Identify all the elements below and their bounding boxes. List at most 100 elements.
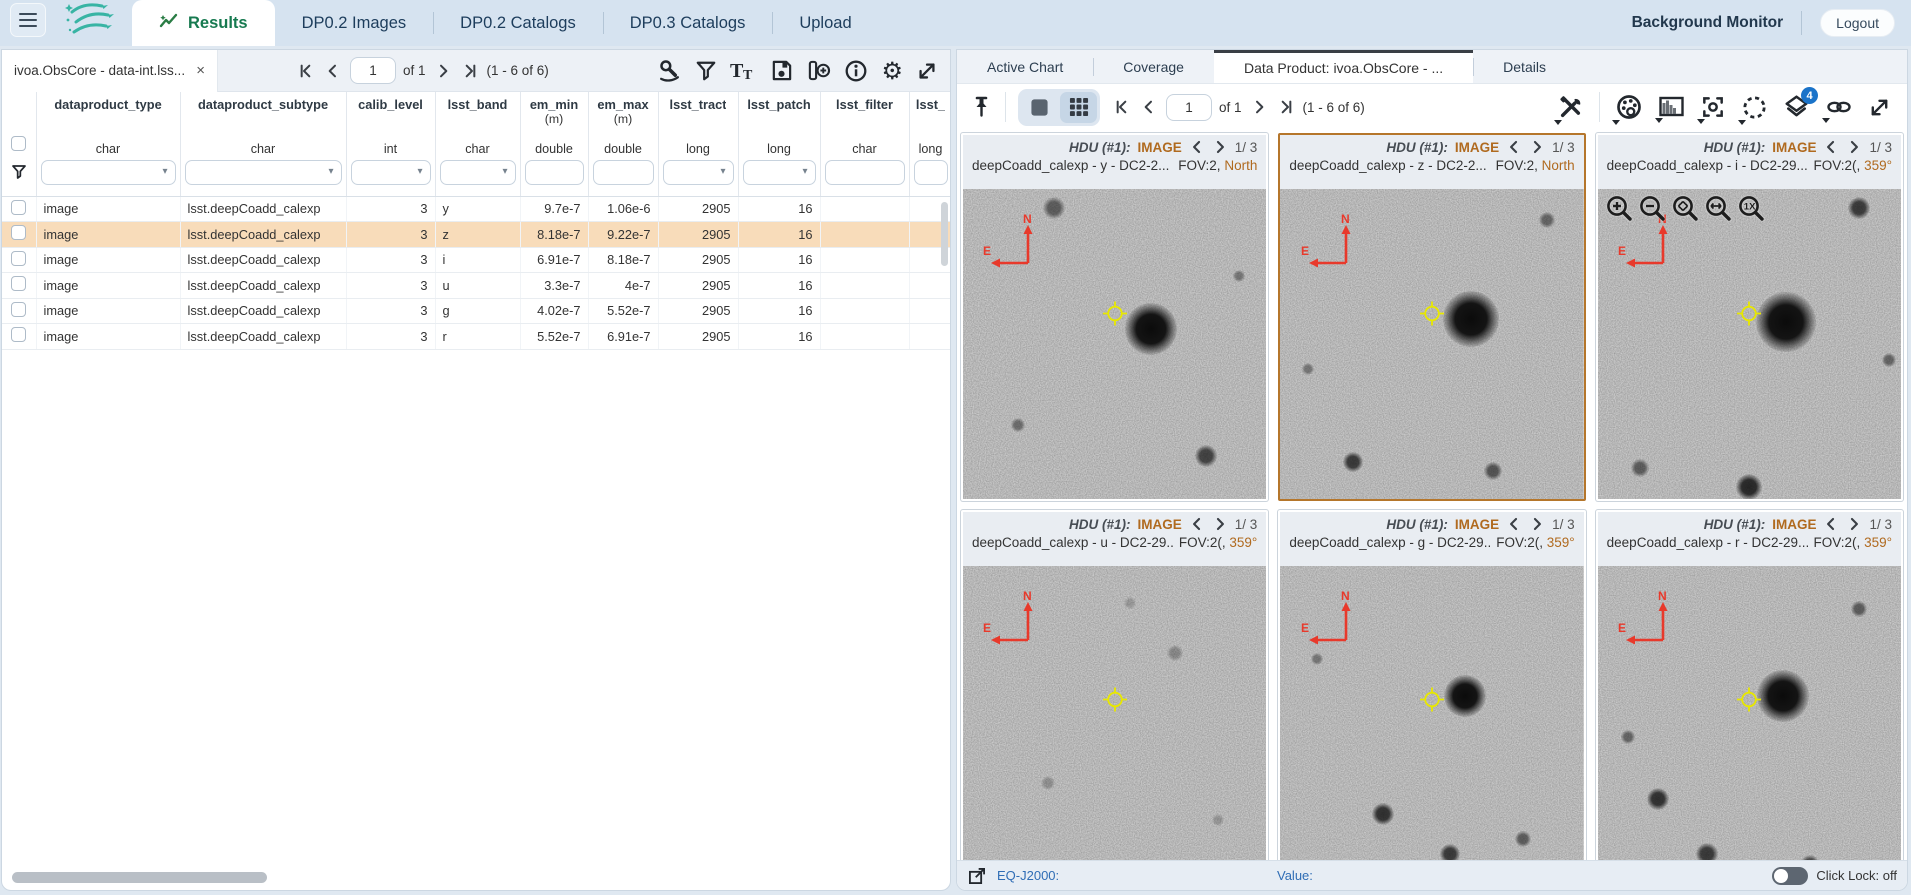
image-tile[interactable]: HDU (#1): IMAGE 1/ 3 deepCoadd_calexp - … (1278, 133, 1586, 501)
magnifier-minus-icon[interactable] (1638, 194, 1666, 222)
filter-toggle-icon[interactable] (11, 163, 27, 184)
column-header-dataproduct_type[interactable]: dataproduct_type char (36, 92, 181, 158)
filter-dataproduct_type[interactable]: ▾ (40, 160, 176, 186)
hdu-next-icon[interactable] (1212, 139, 1228, 155)
image-tile[interactable]: HDU (#1): IMAGE 1/ 3 deepCoadd_calexp - … (1595, 510, 1903, 860)
tile-image[interactable]: N E (1597, 566, 1901, 860)
tab-results[interactable]: Results (132, 0, 275, 46)
select-all-checkbox[interactable] (11, 136, 27, 151)
tab-active-chart[interactable]: Active Chart (957, 50, 1093, 83)
row-checkbox[interactable] (11, 250, 27, 266)
column-header-lsst_filter[interactable]: lsst_filter char (820, 92, 910, 158)
hdu-next-icon[interactable] (1846, 516, 1862, 532)
next-page-icon[interactable] (433, 61, 453, 81)
save-icon[interactable] (770, 59, 793, 82)
popout-icon[interactable] (967, 866, 987, 886)
pin-icon[interactable] (969, 95, 993, 119)
page-number-input[interactable] (1166, 93, 1212, 121)
table-row[interactable]: image lsst.deepCoadd_calexp 3 y 9.7e-7 1.06e-… (2, 196, 950, 222)
table-row[interactable]: image lsst.deepCoadd_calexp 3 u 3.3e-7 4e-7 29… (2, 272, 950, 299)
filter-lsst_patch[interactable]: ▾ (742, 160, 816, 186)
column-header-dataproduct_subtype[interactable]: dataproduct_subtype char (180, 92, 347, 158)
image-tile[interactable]: HDU (#1): IMAGE 1/ 3 deepCoadd_calexp - … (1278, 510, 1586, 860)
hdu-next-icon[interactable] (1529, 516, 1545, 532)
image-tile[interactable]: HDU (#1): IMAGE 1/ 3 deepCoadd_calexp - … (1595, 133, 1903, 501)
layers-icon[interactable]: 4 (1783, 87, 1818, 120)
logout-button[interactable]: Logout (1820, 9, 1895, 37)
filter-calib_level[interactable]: ▾ (350, 160, 431, 186)
dashed-circle-select-icon[interactable] (1738, 94, 1768, 125)
hdu-prev-icon[interactable] (1823, 516, 1839, 532)
row-checkbox[interactable] (11, 327, 27, 343)
filter-lsst_[interactable] (913, 160, 948, 186)
table-row[interactable]: image lsst.deepCoadd_calexp 3 i 6.91e-7 8.18e… (2, 247, 950, 273)
tab-upload[interactable]: Upload (772, 0, 878, 46)
prev-page-icon[interactable] (323, 61, 343, 81)
hdu-next-icon[interactable] (1846, 139, 1862, 155)
row-checkbox[interactable] (11, 225, 27, 241)
tab-dp03-catalogs[interactable]: DP0.3 Catalogs (602, 0, 773, 46)
hdu-prev-icon[interactable] (1506, 516, 1522, 532)
histogram-stretch-icon[interactable] (1655, 95, 1685, 123)
magnifier-plus-icon[interactable] (1605, 194, 1633, 222)
filter-em_max[interactable] (592, 160, 654, 186)
tab-dp02-images[interactable]: DP0.2 Images (275, 0, 434, 46)
table-row[interactable]: image lsst.deepCoadd_calexp 3 r 5.52e-7 6.91e… (2, 323, 950, 350)
scrollbar-thumb[interactable] (12, 872, 267, 883)
close-icon[interactable]: × (196, 63, 205, 78)
hdu-next-icon[interactable] (1212, 516, 1228, 532)
tools-icon[interactable] (1554, 94, 1584, 125)
column-header-lsst_[interactable]: lsst_ long (909, 92, 950, 158)
hdu-prev-icon[interactable] (1189, 139, 1205, 155)
tab-coverage[interactable]: Coverage (1093, 50, 1214, 83)
add-column-icon[interactable] (806, 59, 831, 82)
filter-dataproduct_subtype[interactable]: ▾ (184, 160, 342, 186)
vertical-scrollbar[interactable] (941, 202, 948, 266)
tile-image[interactable]: N E (963, 189, 1267, 499)
next-page-icon[interactable] (1249, 97, 1269, 117)
row-checkbox[interactable] (11, 301, 27, 317)
background-monitor-button[interactable]: Background Monitor (1632, 14, 1784, 32)
column-header-lsst_band[interactable]: lsst_band char (435, 92, 521, 158)
magnifier-fill-icon[interactable] (1704, 194, 1732, 222)
hdu-next-icon[interactable] (1529, 139, 1545, 155)
filter-lsst_filter[interactable] (824, 160, 905, 186)
image-tile[interactable]: HDU (#1): IMAGE 1/ 3 deepCoadd_calexp - … (961, 510, 1269, 860)
single-view-icon[interactable] (1021, 92, 1058, 123)
hdu-prev-icon[interactable] (1189, 516, 1205, 532)
filter-lsst_band[interactable]: ▾ (439, 160, 516, 186)
microscope-icon[interactable] (657, 58, 682, 83)
table-row[interactable]: image lsst.deepCoadd_calexp 3 z 8.18e-7 9.22e… (2, 221, 950, 248)
funnel-icon[interactable] (695, 60, 717, 82)
table-tab-obscore[interactable]: ivoa.ObsCore - data-int.lss... × (2, 50, 218, 92)
gear-icon[interactable]: ⚙ (881, 59, 903, 83)
click-lock-toggle[interactable] (1772, 866, 1809, 885)
first-page-icon[interactable] (1112, 97, 1132, 117)
row-checkbox[interactable] (11, 276, 27, 292)
magnifier-1x-icon[interactable]: 1X (1737, 194, 1765, 222)
tile-image[interactable]: N E (963, 566, 1267, 860)
expand-icon[interactable] (1868, 96, 1891, 119)
tile-image[interactable]: N E (1280, 189, 1584, 499)
recenter-icon[interactable] (1697, 94, 1726, 124)
palette-icon[interactable] (1612, 93, 1643, 125)
column-header-lsst_tract[interactable]: lsst_tract long (658, 92, 739, 158)
row-checkbox[interactable] (11, 199, 27, 215)
text-view-icon[interactable]: TT (730, 60, 757, 82)
hdu-prev-icon[interactable] (1823, 139, 1839, 155)
table-row[interactable]: image lsst.deepCoadd_calexp 3 g 4.02e-7 5.52e… (2, 298, 950, 324)
page-number-input[interactable] (350, 57, 396, 84)
last-page-icon[interactable] (460, 61, 480, 81)
filter-em_min[interactable] (524, 160, 584, 186)
link-icon[interactable] (1822, 95, 1853, 123)
tile-image[interactable]: N E (1280, 566, 1584, 860)
first-page-icon[interactable] (296, 61, 316, 81)
horizontal-scrollbar[interactable] (12, 872, 937, 883)
menu-button[interactable] (10, 3, 46, 37)
image-tile[interactable]: HDU (#1): IMAGE 1/ 3 deepCoadd_calexp - … (961, 133, 1269, 501)
column-header-calib_level[interactable]: calib_level int (346, 92, 436, 158)
prev-page-icon[interactable] (1139, 97, 1159, 117)
magnifier-fit-icon[interactable] (1671, 194, 1699, 222)
tab-details[interactable]: Details (1473, 50, 1576, 83)
tile-image[interactable]: N E 1X (1597, 189, 1901, 499)
